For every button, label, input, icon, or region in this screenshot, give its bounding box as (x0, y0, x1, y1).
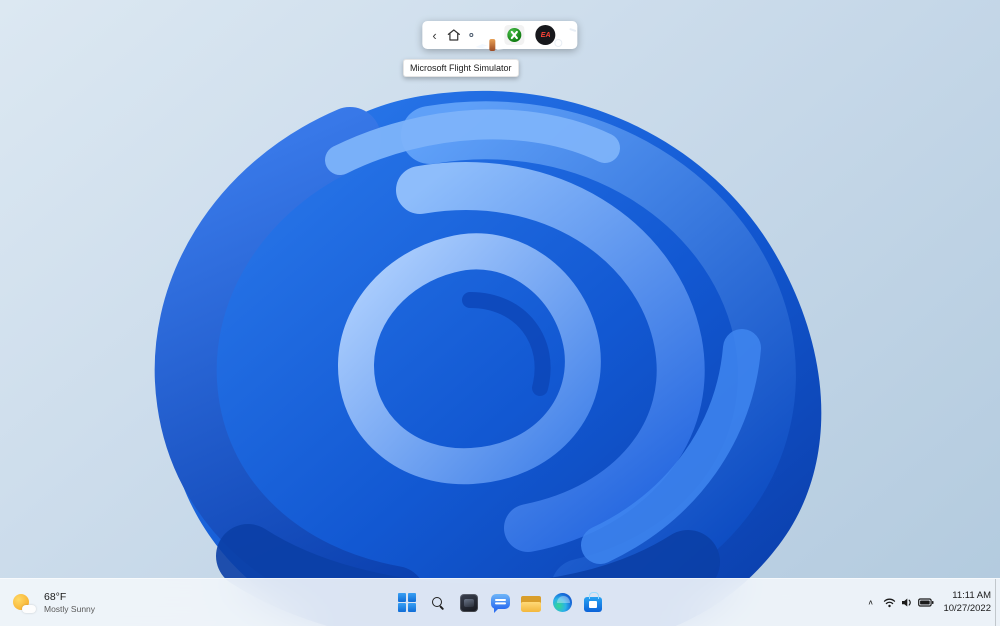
task-view-icon (460, 593, 478, 612)
clock-widget[interactable]: 11:11 AM 10/27/2022 (939, 586, 995, 620)
game-launcher-bar: ‹ EA (422, 21, 578, 49)
show-desktop-button[interactable] (995, 579, 1000, 626)
system-tray: ∧ 11:11 AM 10/27/2022 (863, 579, 1000, 626)
launcher-tooltip: Microsoft Flight Simulator (403, 59, 519, 77)
weather-condition: Mostly Sunny (44, 604, 96, 614)
edge-button[interactable] (548, 589, 576, 617)
file-explorer-button[interactable] (517, 589, 545, 617)
chat-button[interactable] (486, 589, 514, 617)
search-button[interactable] (424, 589, 452, 617)
microsoft-store-icon (584, 592, 602, 612)
launcher-item-xbox[interactable] (503, 23, 527, 47)
desktop: ‹ EA Microsoft Flight Simulator 68°F Mos… (0, 0, 1000, 626)
xbox-icon (504, 25, 525, 45)
search-icon (431, 596, 445, 610)
taskbar-center-icons (393, 589, 607, 617)
ea-label: EA (540, 31, 551, 39)
network-volume-battery-button[interactable] (878, 586, 939, 620)
launcher-item-flight-simulator[interactable] (469, 33, 474, 37)
task-view-button[interactable] (455, 589, 483, 617)
wifi-icon (884, 598, 896, 608)
back-chevron-icon[interactable]: ‹ (431, 29, 437, 42)
battery-icon (918, 598, 934, 607)
ea-icon: EA (535, 25, 556, 45)
launcher-item-steam[interactable] (565, 33, 569, 37)
mostly-sunny-icon (12, 592, 36, 614)
start-button[interactable] (393, 589, 421, 617)
weather-text: 68°F Mostly Sunny (44, 591, 95, 614)
bloom-wallpaper-art (154, 91, 822, 626)
weather-widget[interactable]: 68°F Mostly Sunny (0, 579, 107, 626)
microsoft-store-button[interactable] (579, 589, 607, 617)
launcher-item-blue-racing-game[interactable] (492, 33, 496, 37)
chat-icon (490, 594, 510, 613)
taskbar: 68°F Mostly Sunny ∧ 11:11 AM 10/27/2022 (0, 578, 1000, 626)
windows-logo-icon (397, 593, 417, 612)
volume-icon (902, 598, 912, 607)
chevron-up-icon: ∧ (867, 598, 874, 607)
clock-date: 10/27/2022 (943, 602, 991, 614)
tray-overflow-button[interactable]: ∧ (863, 586, 879, 620)
launcher-item-dark-red-game[interactable] (481, 33, 485, 37)
home-button[interactable] (445, 26, 463, 44)
edge-icon (552, 593, 572, 612)
clock-time: 11:11 AM (952, 589, 991, 601)
home-icon (447, 29, 460, 41)
file-explorer-icon (521, 595, 541, 612)
weather-temperature: 68°F (44, 591, 67, 603)
